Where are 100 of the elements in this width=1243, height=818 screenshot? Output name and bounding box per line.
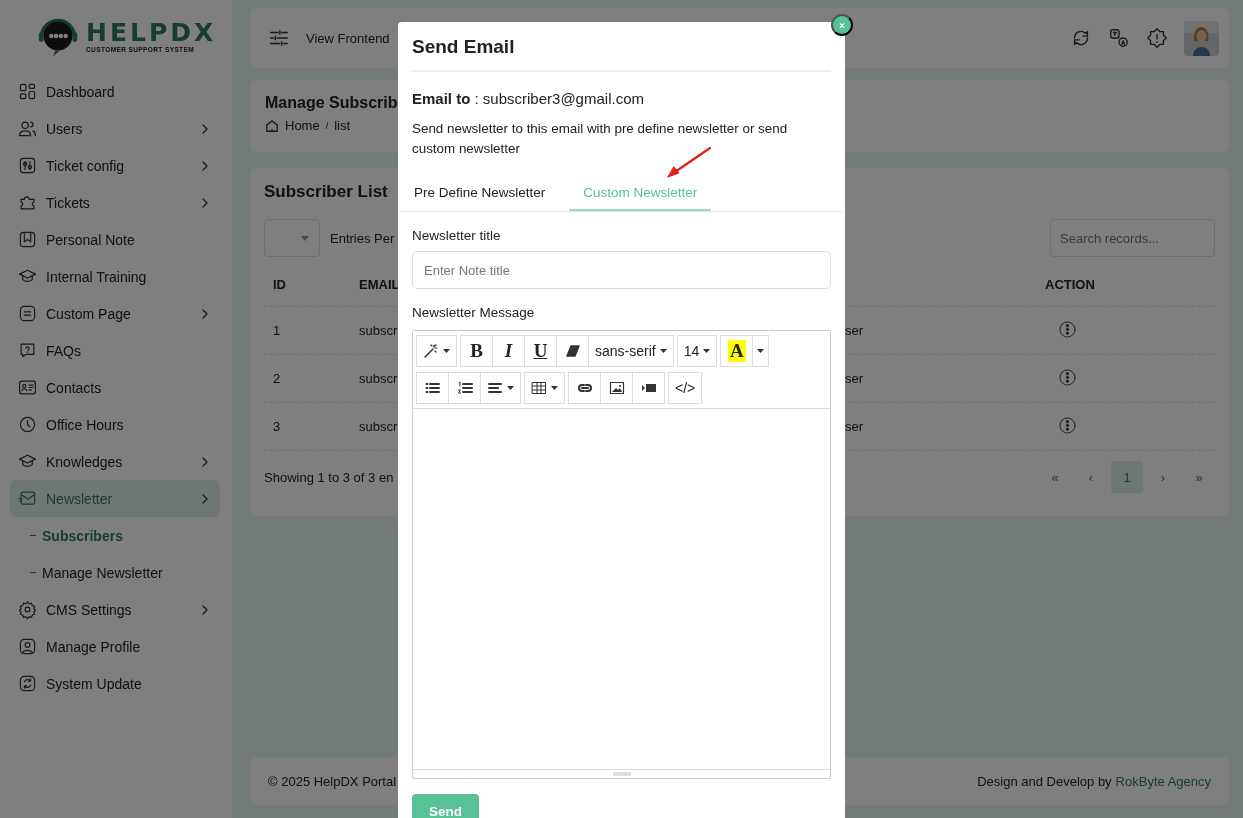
- sidebar-item[interactable]: Users: [10, 110, 220, 147]
- image-icon: [608, 380, 625, 396]
- resize-handle[interactable]: [413, 769, 830, 778]
- sidebar-item[interactable]: Ticket config: [10, 147, 220, 184]
- refresh-icon: [18, 674, 37, 693]
- page-button[interactable]: ›: [1147, 461, 1179, 493]
- page-button[interactable]: «: [1039, 461, 1071, 493]
- align-button[interactable]: [480, 372, 521, 404]
- caret-icon: [757, 349, 765, 353]
- logo-title: HELPDX: [86, 19, 217, 46]
- sidebar-item[interactable]: Manage Profile: [10, 628, 220, 665]
- sliders-icon[interactable]: [268, 27, 290, 49]
- grid-icon: [18, 82, 37, 101]
- email-recipient: Email to : subscriber3@gmail.com: [412, 90, 645, 107]
- gear-icon: [18, 600, 37, 619]
- more-options-icon[interactable]: [1059, 368, 1076, 386]
- text-color-button[interactable]: A: [720, 335, 754, 367]
- envelope-icon: [18, 489, 37, 508]
- link-button[interactable]: [568, 372, 601, 404]
- profile-icon: [18, 637, 37, 656]
- search-field[interactable]: Search records...: [1050, 219, 1215, 257]
- sidebar-item[interactable]: Tickets: [10, 184, 220, 221]
- question-bubble-icon: [18, 341, 37, 360]
- sidebar-subitem[interactable]: Manage Newsletter: [10, 554, 220, 591]
- page-icon: [18, 304, 37, 323]
- column-header: ID: [273, 277, 286, 292]
- bullet-list-button[interactable]: [416, 372, 449, 404]
- video-button[interactable]: [632, 372, 665, 404]
- numbered-list-icon: [456, 380, 473, 396]
- numbered-list-button[interactable]: [448, 372, 481, 404]
- eraser-icon: [564, 343, 581, 359]
- page-button[interactable]: »: [1183, 461, 1215, 493]
- font-family-dropdown[interactable]: sans-serif: [588, 335, 674, 367]
- description-text: Send newsletter to this email with pre define newsletter or send custom newsletter: [412, 120, 789, 158]
- sidebar-item[interactable]: FAQs: [10, 332, 220, 369]
- users-icon: [18, 119, 37, 138]
- breadcrumb-link[interactable]: list: [334, 118, 351, 133]
- breadcrumb-separator: /: [325, 120, 329, 131]
- copyright-text: © 2025 HelpDX Portal: [268, 773, 397, 789]
- alert-icon[interactable]: [1146, 27, 1168, 49]
- page-button[interactable]: ‹: [1075, 461, 1107, 493]
- breadcrumb-link[interactable]: Home: [285, 118, 320, 133]
- sidebar-item[interactable]: Internal Training: [10, 258, 220, 295]
- bold-button[interactable]: B: [460, 335, 493, 367]
- sidebar-item[interactable]: Knowledges: [10, 443, 220, 480]
- magic-wand-icon: [423, 343, 439, 359]
- table-cell: subscr: [359, 371, 398, 386]
- sidebar-item[interactable]: Personal Note: [10, 221, 220, 258]
- clear-format-button[interactable]: [556, 335, 589, 367]
- view-frontend-link[interactable]: View Frontend: [306, 30, 390, 46]
- sliders-icon: [18, 156, 37, 175]
- contact-card-icon: [18, 378, 37, 397]
- caret-icon: [301, 235, 309, 241]
- color-dropdown[interactable]: [752, 335, 770, 367]
- table-cell: 3: [273, 419, 281, 434]
- tab[interactable]: Pre Define Newsletter: [400, 177, 560, 211]
- italic-button[interactable]: I: [492, 335, 525, 367]
- sidebar-item[interactable]: Newsletter: [10, 480, 220, 517]
- table-cell: ser: [845, 419, 864, 434]
- table-cell: ser: [845, 323, 864, 338]
- entries-label: Entries Per: [330, 230, 395, 246]
- credit-link[interactable]: RokByte Agency: [1115, 773, 1211, 789]
- caret-icon: [507, 386, 514, 390]
- code-view-button[interactable]: </>: [668, 372, 703, 404]
- title-field[interactable]: Enter Note title: [412, 251, 831, 289]
- close-icon: [839, 20, 845, 30]
- grip-icon: [612, 772, 631, 776]
- table-cell: 2: [273, 371, 281, 386]
- font-size-dropdown[interactable]: 14: [676, 335, 718, 367]
- table-cell: ser: [845, 371, 864, 386]
- clock-icon: [18, 415, 37, 434]
- sidebar-subitem[interactable]: Subscribers: [10, 517, 220, 554]
- more-options-icon[interactable]: [1059, 416, 1076, 434]
- translate-icon[interactable]: [1108, 27, 1130, 49]
- underline-button[interactable]: U: [524, 335, 557, 367]
- style-button[interactable]: [416, 335, 457, 367]
- bullet-list-icon: [424, 380, 441, 396]
- table-cell: subscr: [359, 323, 398, 338]
- sidebar-item[interactable]: Dashboard: [10, 73, 220, 110]
- sidebar-item[interactable]: CMS Settings: [10, 591, 220, 628]
- credit-text: Design and Develop by: [977, 773, 1112, 789]
- caret-icon: [443, 349, 450, 353]
- column-header: ACTION: [1045, 277, 1095, 292]
- page-button[interactable]: 1: [1111, 461, 1143, 493]
- image-button[interactable]: [600, 372, 633, 404]
- note-icon: [18, 230, 37, 249]
- table-button[interactable]: [524, 372, 565, 404]
- sidebar-item[interactable]: Contacts: [10, 369, 220, 406]
- table-summary: Showing 1 to 3 of 3 en: [264, 469, 394, 485]
- caret-icon: [659, 349, 667, 353]
- caret-icon: [551, 386, 558, 390]
- table-cell: 1: [273, 323, 281, 338]
- sidebar-item[interactable]: System Update: [10, 665, 220, 702]
- sidebar-item[interactable]: Office Hours: [10, 406, 220, 443]
- field-label: Newsletter Message: [412, 305, 536, 320]
- field-label: Newsletter title: [412, 228, 502, 243]
- table-cell: subscr: [359, 419, 398, 434]
- card-title: Subscriber List: [264, 182, 388, 202]
- sidebar-item[interactable]: Custom Page: [10, 295, 220, 332]
- more-options-icon[interactable]: [1059, 320, 1076, 338]
